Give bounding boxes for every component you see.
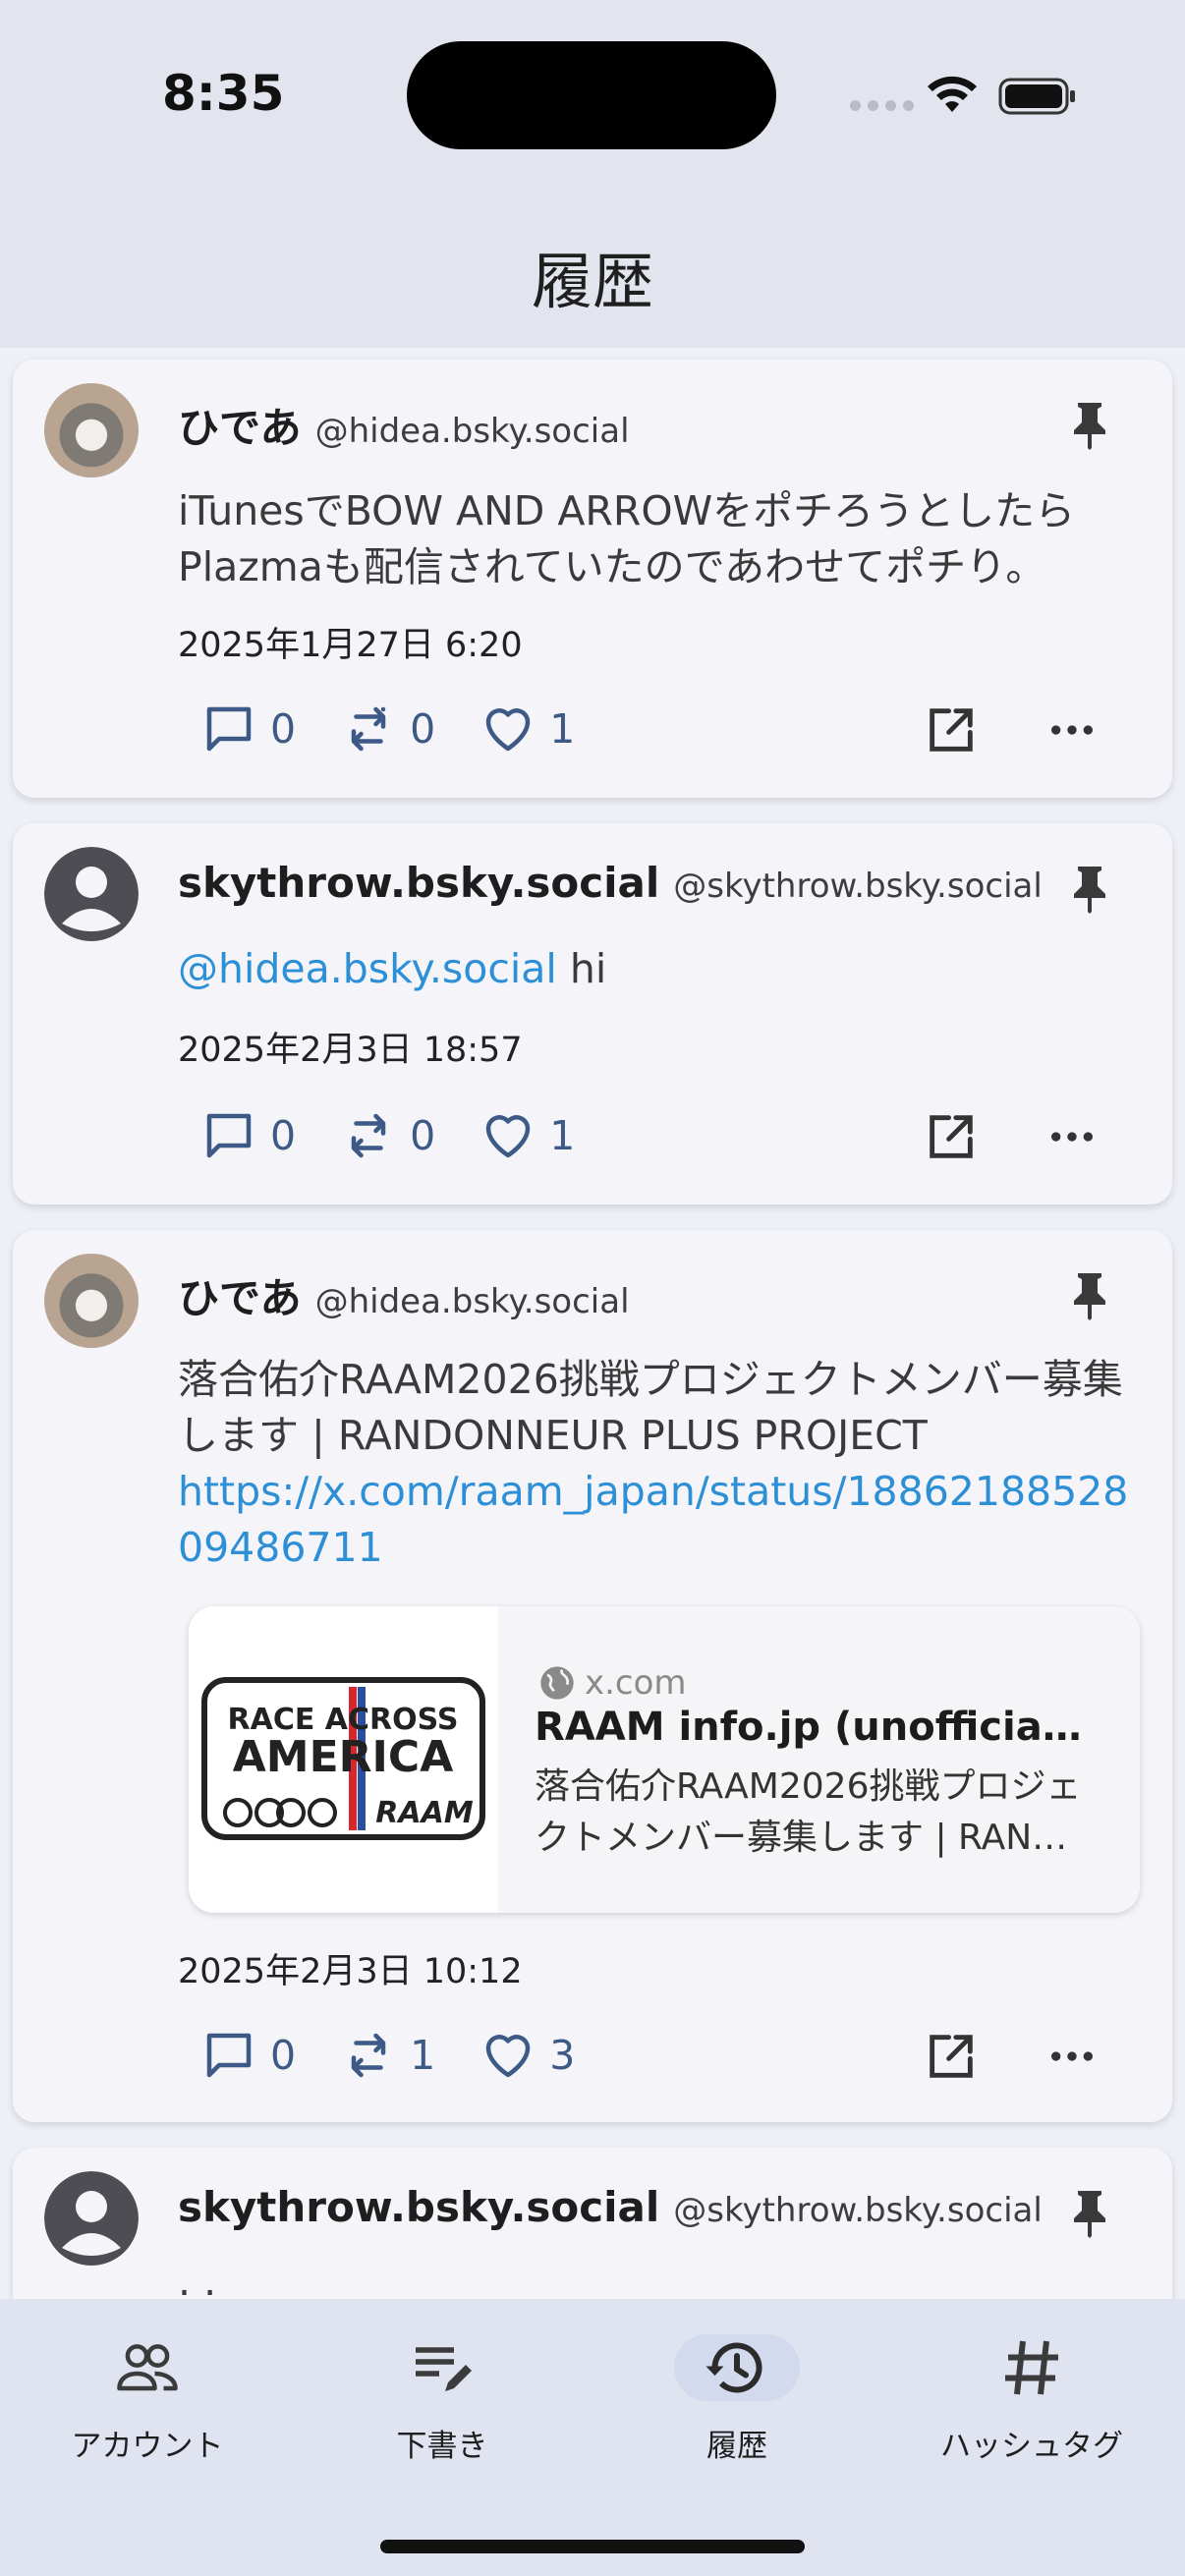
nav-label: アカウント [71, 2429, 224, 2464]
post-text: @hidea.bsky.social hi [178, 941, 1141, 997]
nav-history[interactable]: 履歴 [590, 2334, 884, 2465]
post-card[interactable]: ひであ @hidea.bsky.social 落合佑介RAAM2026挑戦プロジ… [13, 1230, 1172, 2122]
handle: @hidea.bsky.social [314, 412, 630, 451]
dynamic-island [407, 41, 776, 149]
nav-label: 下書き [396, 2429, 488, 2464]
post-text: iTunesでBOW AND ARROWをポチろうとしたらPlazmaも配信され… [178, 487, 1076, 590]
avatar[interactable] [44, 2171, 139, 2266]
link-card-host-text: x.com [585, 1663, 687, 1703]
nav-accounts[interactable]: アカウント [0, 2334, 295, 2465]
pin-icon[interactable] [1066, 399, 1113, 450]
top-bar: 8:35 履歴 [0, 0, 1185, 348]
like-count: 1 [549, 1112, 576, 1159]
pin-icon[interactable] [1066, 2187, 1113, 2238]
like-button[interactable]: 3 [479, 2026, 575, 2085]
reply-button[interactable]: 0 [199, 1106, 296, 1165]
edit-note-icon [416, 2347, 472, 2391]
open-external-icon[interactable] [923, 701, 980, 758]
heart-icon [485, 2035, 531, 2078]
reply-button[interactable]: 0 [199, 2026, 296, 2085]
display-name: ひであ [178, 1274, 302, 1322]
post-text-body: hi [556, 945, 607, 992]
more-icon[interactable] [1044, 702, 1100, 757]
open-external-icon[interactable] [923, 2028, 980, 2085]
avatar[interactable] [44, 1254, 139, 1348]
repost-count: 0 [410, 1112, 436, 1159]
history-icon [705, 2342, 762, 2393]
like-count: 1 [549, 705, 576, 753]
nav-drafts[interactable]: 下書き [295, 2334, 590, 2465]
thumb-line2: AMERICA [233, 1732, 454, 1782]
like-count: 3 [549, 2032, 576, 2079]
repost-count: 1 [410, 2032, 436, 2079]
nav-label: ハッシュタグ [940, 2429, 1123, 2464]
bottom-navigation: アカウント 下書き 履歴 ハッシュタグ [0, 2299, 1185, 2576]
repost-count: 0 [410, 705, 436, 753]
repost-button[interactable]: 1 [339, 2026, 435, 2085]
raam-logo: RACE ACROSS AMERICA RAAM [201, 1677, 485, 1840]
repost-icon [351, 706, 386, 752]
home-indicator[interactable] [380, 2540, 805, 2553]
reply-count: 0 [270, 1112, 297, 1159]
post-date: 2025年2月3日 10:12 [178, 1952, 523, 1991]
open-external-icon[interactable] [923, 1108, 980, 1165]
post-card[interactable]: skythrow.bsky.social @skythrow.bsky.soci… [13, 2148, 1172, 2299]
repost-button[interactable]: 0 [339, 700, 435, 758]
display-name: skythrow.bsky.social [178, 2183, 660, 2231]
link-card-description: 落合佑介RAAM2026挑戦プロジェクトメンバー募集します | RAN… [535, 1766, 1082, 1858]
handle: @skythrow.bsky.social [673, 867, 1043, 906]
heart-icon [485, 708, 531, 752]
page-title: 履歴 [531, 246, 653, 317]
nav-label: 履歴 [706, 2429, 767, 2464]
post-link[interactable]: https://x.com/raam_japan/status/18862188… [178, 1464, 1141, 1576]
like-button[interactable]: 1 [479, 1106, 575, 1165]
display-name: ひであ [178, 404, 302, 452]
repost-icon [351, 2033, 386, 2078]
thumb-line3: RAAM [375, 1796, 474, 1830]
avatar[interactable] [44, 383, 139, 477]
hashtag-icon [1005, 2340, 1058, 2395]
pin-icon[interactable] [1066, 863, 1113, 914]
display-name: skythrow.bsky.social [178, 859, 660, 907]
history-feed[interactable]: ひであ @hidea.bsky.social iTunesでBOW AND AR… [0, 348, 1185, 2299]
mention-link[interactable]: @hidea.bsky.social [178, 945, 557, 992]
comment-icon [206, 1113, 252, 1158]
post-card[interactable]: ひであ @hidea.bsky.social iTunesでBOW AND AR… [13, 360, 1172, 798]
heart-icon [485, 1115, 531, 1158]
more-icon[interactable] [1044, 2029, 1100, 2084]
reply-count: 0 [270, 705, 297, 753]
post-card[interactable]: skythrow.bsky.social @skythrow.bsky.soci… [13, 823, 1172, 1204]
post-text: . . [178, 2258, 217, 2299]
globe-icon [540, 1666, 574, 1700]
link-card[interactable]: RACE ACROSS AMERICA RAAM x.com RAAM info… [189, 1606, 1140, 1913]
nav-hashtags[interactable]: ハッシュタグ [884, 2334, 1179, 2465]
pin-icon[interactable] [1066, 1269, 1113, 1320]
more-icon[interactable] [1044, 1109, 1100, 1164]
link-card-host: x.com [537, 1663, 687, 1703]
post-text: 落合佑介RAAM2026挑戦プロジェクトメンバー募集します | RANDONNE… [178, 1352, 1141, 1576]
battery-icon [998, 78, 1075, 115]
status-time: 8:35 [162, 65, 285, 122]
comment-icon [206, 2033, 252, 2078]
post-date: 2025年1月27日 6:20 [178, 626, 523, 665]
post-text-body: 落合佑介RAAM2026挑戦プロジェクトメンバー募集します | RANDONNE… [178, 1356, 1123, 1459]
handle: @skythrow.bsky.social [673, 2191, 1043, 2230]
people-icon [117, 2344, 178, 2391]
reply-button[interactable]: 0 [199, 700, 296, 758]
cellular-signal-icon [850, 100, 914, 111]
repost-button[interactable]: 0 [339, 1106, 435, 1165]
like-button[interactable]: 1 [479, 700, 575, 758]
repost-icon [351, 1113, 386, 1158]
wifi-icon [928, 76, 977, 112]
reply-count: 0 [270, 2032, 297, 2079]
link-card-thumbnail: RACE ACROSS AMERICA RAAM [189, 1606, 498, 1913]
handle: @hidea.bsky.social [314, 1282, 630, 1321]
avatar[interactable] [44, 847, 139, 941]
comment-icon [206, 706, 252, 752]
link-card-title: RAAM info.jp (unofficial) (… [535, 1705, 1095, 1750]
post-date: 2025年2月3日 18:57 [178, 1031, 523, 1070]
